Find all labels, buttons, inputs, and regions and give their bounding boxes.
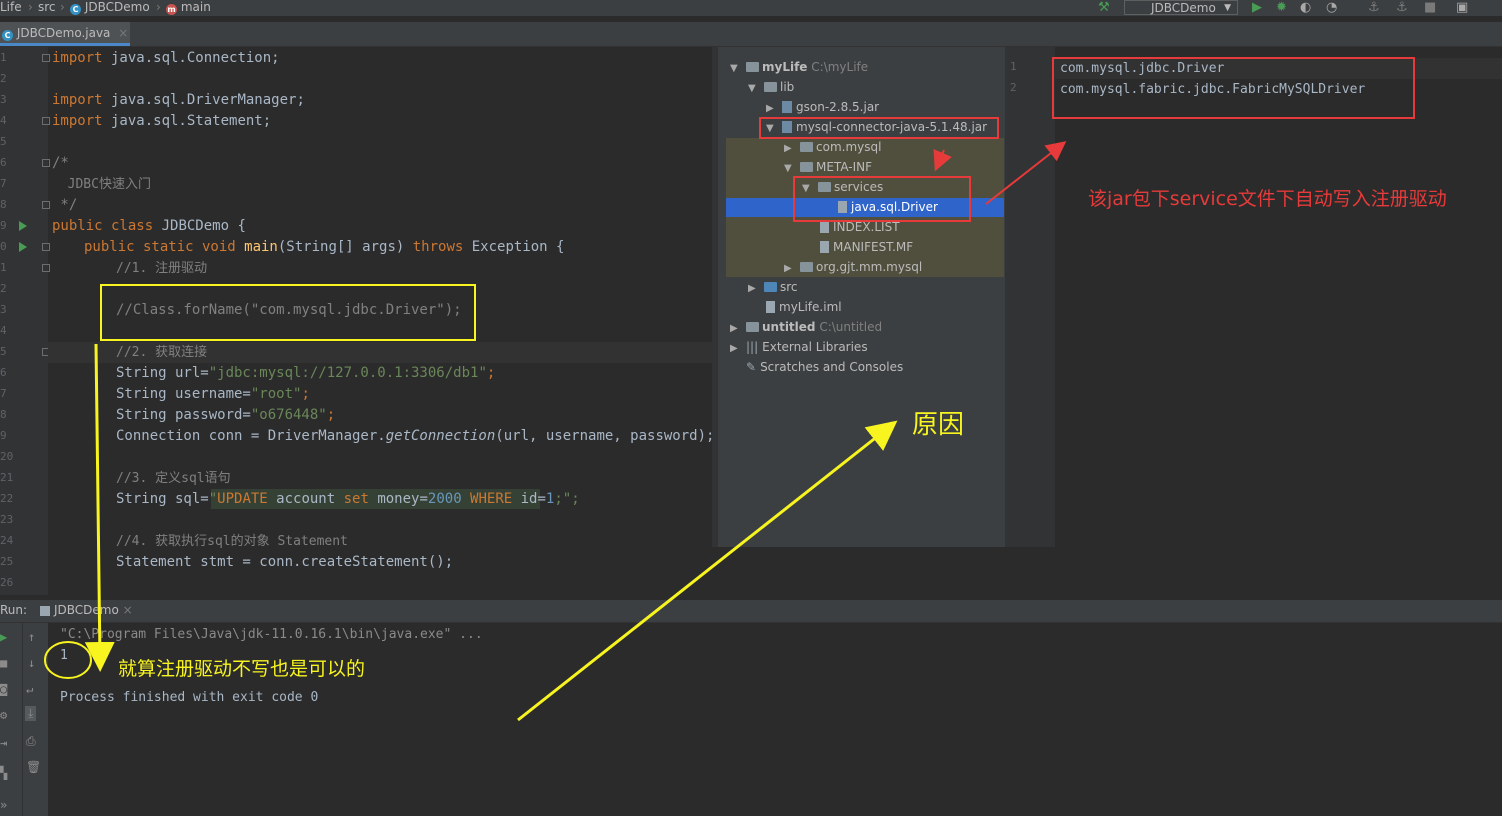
red-arrow-small [933, 149, 952, 172]
red-arrow-file [985, 141, 1067, 205]
annotation-arrows [44, 141, 1067, 722]
yellow-arrow-reason [517, 420, 898, 722]
yellow-arrow-down [84, 343, 115, 672]
yellow-circle-output [44, 641, 92, 679]
